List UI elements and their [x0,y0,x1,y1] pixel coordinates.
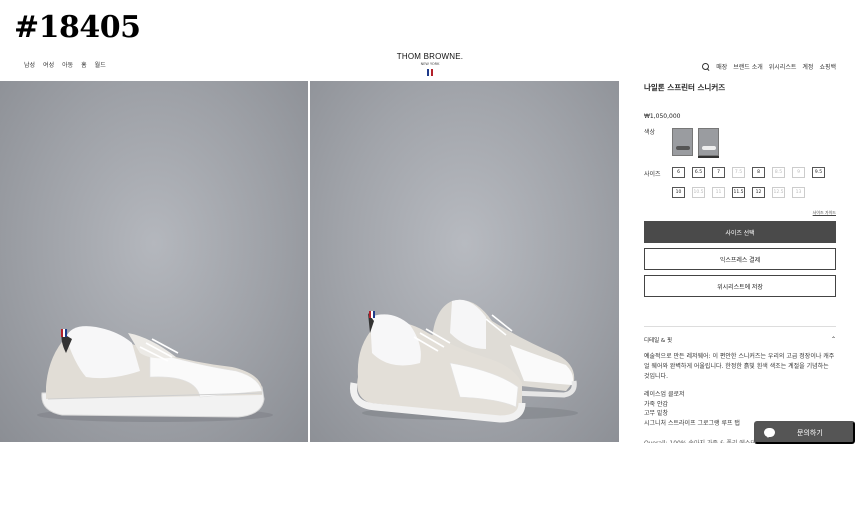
details-list-item: 시그니처 스트라이프 그로그랭 루프 탭 [644,419,740,427]
chat-label: 문의하기 [797,429,823,437]
size-option[interactable]: 10.5 [692,187,705,198]
sneaker-pair-illustration [349,299,578,423]
select-size-button[interactable]: 사이즈 선택 [644,221,836,243]
product-title: 나일론 스프린터 스니커즈 [644,83,726,92]
details-list-item: 레이스업 클로저 [644,391,685,398]
image-id-tag: #18405 [14,10,141,45]
chevron-up-icon: ⌃ [830,336,836,343]
size-options-row-2: 10 10.5 11 11.5 12 12.5 13 [672,187,837,198]
nav-world[interactable]: 월드 [95,60,106,69]
nav-stores[interactable]: 매장 [716,62,727,71]
size-option[interactable]: 7.5 [732,167,745,178]
size-option[interactable]: 8 [752,167,765,178]
color-swatch-dark[interactable] [672,128,693,156]
size-option[interactable]: 12 [752,187,765,198]
size-option[interactable]: 12.5 [772,187,785,198]
chat-bubble-icon [764,428,775,438]
size-option[interactable]: 9.5 [812,167,825,178]
size-options-row-1: 6 6.5 7 7.5 8 8.5 9 9.5 [672,167,837,178]
product-price: ₩1,050,000 [644,113,681,120]
nav-women[interactable]: 여성 [43,60,54,69]
size-option[interactable]: 8.5 [772,167,785,178]
brand-subtitle: NEW YORK [420,62,440,66]
product-info-panel: 나일론 스프린터 스니커즈 ₩1,050,000 색상 사이즈 6 6.5 7 7.5… [644,82,836,447]
brand-logo[interactable]: THOM BROWNE. NEW YORK [395,52,465,76]
size-option[interactable]: 10 [672,187,685,198]
utility-nav: 매장 브랜드 소개 위시리스트 계정 쇼핑백 [702,62,836,71]
main-nav: 남성 여성 아동 홈 월드 [24,60,106,69]
size-option[interactable]: 6 [672,167,685,178]
details-description: 예술적으로 만든 레저웨어: 이 편안한 스니커즈는 우리의 고급 정장이나 캐… [644,353,835,380]
page-bottom-blank [0,443,860,527]
tricolor-flag-icon [427,69,433,76]
size-option[interactable]: 11 [712,187,725,198]
sneaker-side-illustration [37,326,273,422]
size-option[interactable]: 7 [712,167,725,178]
nav-shopping-bag[interactable]: 쇼핑백 [819,62,836,71]
details-title: 디테일 & 핏 [644,338,673,344]
product-photo-side[interactable] [0,81,308,442]
nav-about[interactable]: 브랜드 소개 [733,62,763,71]
nav-kids[interactable]: 아동 [62,60,73,69]
details-list-item: 가죽 안감 [644,400,668,408]
color-swatch-white[interactable] [698,128,719,156]
product-photo-pair[interactable] [310,81,619,442]
size-option[interactable]: 9 [792,167,805,178]
size-option[interactable]: 11.5 [732,187,745,198]
details-accordion-header[interactable]: 디테일 & 핏 ⌃ [644,326,836,344]
color-swatches [672,128,719,156]
details-list-item: 고무 밑창 [644,410,668,417]
express-checkout-button[interactable]: 익스프레스 결제 [644,248,836,270]
brand-name: THOM BROWNE. [396,52,464,61]
size-option[interactable]: 13 [792,187,805,198]
search-icon[interactable] [702,62,710,71]
nav-wishlist[interactable]: 위시리스트 [769,62,797,71]
nav-account[interactable]: 계정 [802,62,813,71]
size-guide-link[interactable]: 사이즈 가이드 [813,210,836,216]
color-label: 색상 [644,129,656,136]
details-list: 레이스업 클로저 가죽 안감 고무 밑창 시그니처 스트라이프 그로그랭 루프 … [644,390,740,428]
nav-men[interactable]: 남성 [24,60,35,69]
size-option[interactable]: 6.5 [692,167,705,178]
nav-home[interactable]: 홈 [81,60,87,69]
add-to-wishlist-button[interactable]: 위시리스트에 저장 [644,275,836,297]
chat-inquiry-button[interactable]: 문의하기 [754,421,855,444]
size-label: 사이즈 [644,171,661,178]
